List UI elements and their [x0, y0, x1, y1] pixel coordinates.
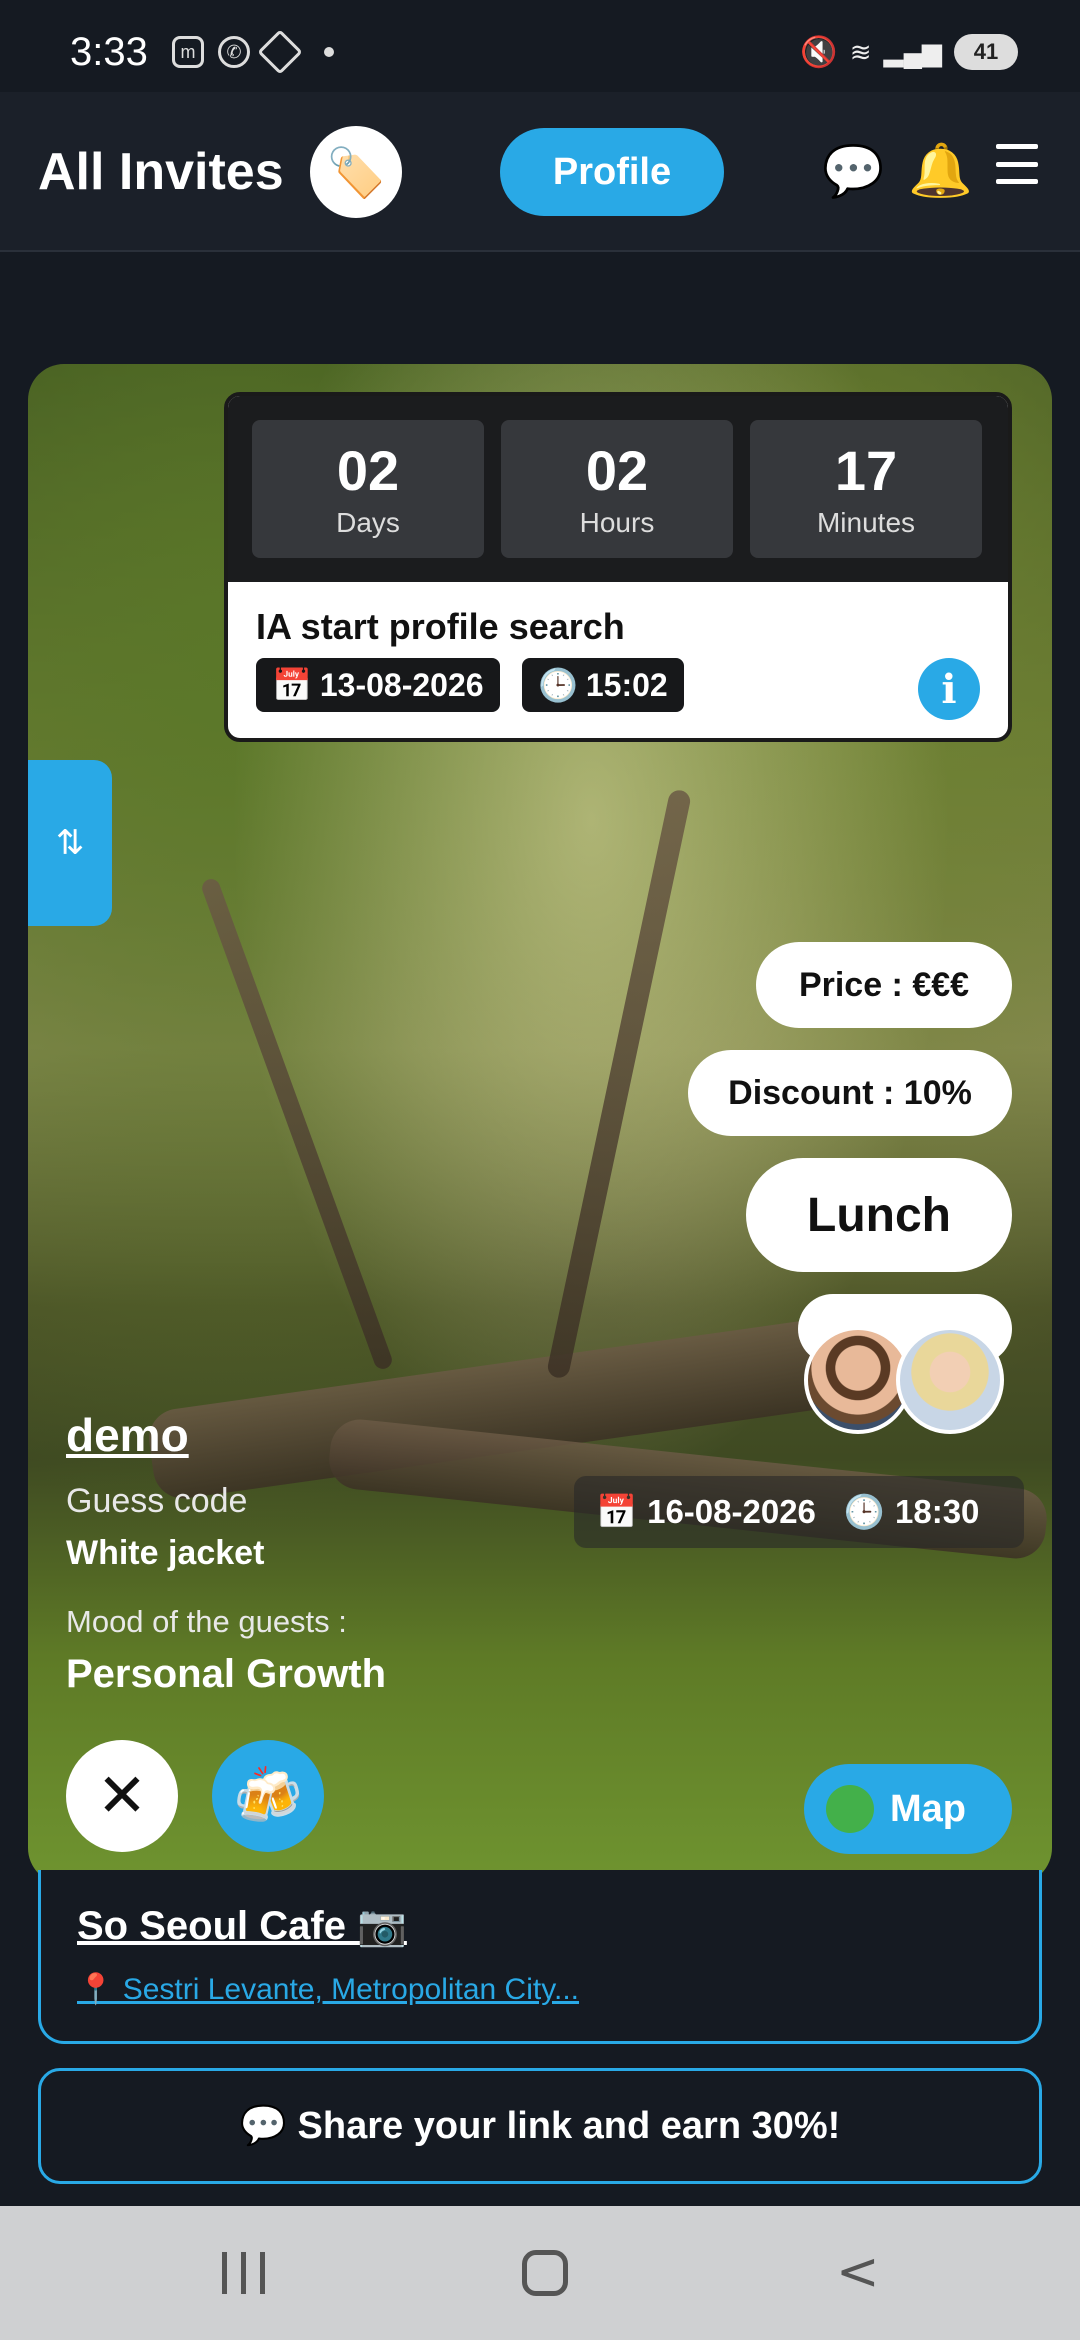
venue-address-link[interactable]: 📍 Sestri Levante, Metropolitan City...	[77, 1972, 579, 2007]
status-time: 3:33	[70, 30, 148, 74]
status-bar: 3:33 m ✆ 🔇 ≋ ▂▄▆ 41	[0, 0, 1080, 92]
bell-icon[interactable]: 🔔	[908, 140, 973, 201]
status-notification-icons: m ✆	[172, 29, 334, 75]
countdown-time-chip: 🕒 15:02	[522, 658, 684, 712]
home-icon[interactable]	[522, 2250, 568, 2296]
map-pin-icon	[826, 1785, 874, 1833]
diamond-icon	[257, 29, 303, 75]
countdown-title: IA start profile search	[256, 606, 625, 647]
location-card: So Seoul Cafe 📷 📍 Sestri Levante, Metrop…	[38, 1870, 1042, 2044]
info-button[interactable]: i	[918, 658, 980, 720]
calendar-icon: 📅	[596, 1492, 638, 1530]
clock-icon: 🕒	[538, 667, 578, 703]
chat-icon[interactable]: 💬	[822, 142, 884, 201]
event-name[interactable]: demo	[66, 1408, 189, 1462]
invite-card[interactable]: 02 Days 02 Hours 17 Minutes IA start pro…	[28, 364, 1052, 1884]
countdown-panel: 02 Days 02 Hours 17 Minutes IA start pro…	[224, 392, 1012, 742]
clock-icon: 🕒	[843, 1492, 885, 1530]
app-header: All Invites 🏷️ Profile 💬 🔔	[0, 92, 1080, 252]
decline-button[interactable]: ✕	[66, 1740, 178, 1852]
page-title: All Invites	[38, 143, 284, 201]
close-icon: ✕	[96, 1762, 148, 1829]
map-button[interactable]: Map	[804, 1764, 1012, 1854]
whatsapp-icon: ✆	[218, 36, 250, 68]
venue-name-link[interactable]: So Seoul Cafe 📷	[77, 1902, 407, 1949]
cheers-icon: 🍻	[233, 1764, 303, 1827]
wifi-icon: ≋	[849, 36, 872, 67]
calendar-icon: 📅	[272, 667, 312, 703]
menu-icon[interactable]	[996, 144, 1038, 184]
countdown-minutes: 17 Minutes	[750, 420, 982, 558]
profile-button[interactable]: Profile	[500, 128, 724, 216]
countdown-timer: 02 Days 02 Hours 17 Minutes	[228, 396, 1008, 582]
signal-icon: ▂▄▆	[883, 36, 942, 67]
countdown-date-chip: 📅 13-08-2026	[256, 658, 500, 712]
mood-label: Mood of the guests :	[66, 1604, 347, 1639]
background-branch	[545, 788, 693, 1380]
recent-apps-icon[interactable]	[222, 2252, 265, 2294]
countdown-days: 02 Days	[252, 420, 484, 558]
countdown-hours: 02 Hours	[501, 420, 733, 558]
back-icon[interactable]: <	[836, 2246, 880, 2298]
swap-tab[interactable]: ⇅	[28, 760, 112, 926]
status-system-icons: 🔇 ≋ ▂▄▆ 41	[800, 34, 1018, 70]
more-notifications-dot	[324, 47, 334, 57]
guess-code-label: Guess code	[66, 1482, 248, 1520]
system-nav-bar: <	[0, 2206, 1080, 2340]
mood-value: Personal Growth	[66, 1652, 387, 1696]
accept-button[interactable]: 🍻	[212, 1740, 324, 1852]
background-branch	[199, 876, 395, 1372]
messages-app-icon: m	[172, 36, 204, 68]
discount-pill: Discount : 10%	[688, 1050, 1012, 1136]
guest-avatar[interactable]	[896, 1326, 1004, 1434]
price-pill: Price : €€€	[756, 942, 1012, 1028]
mute-icon: 🔇	[800, 35, 838, 69]
tag-button[interactable]: 🏷️	[310, 126, 402, 218]
swap-icon: ⇅	[55, 824, 85, 862]
battery-indicator: 41	[954, 34, 1018, 70]
guess-code-value: White jacket	[66, 1534, 265, 1572]
event-datetime-chip: 📅 16-08-2026 🕒 18:30	[574, 1476, 1024, 1548]
tag-icon: 🏷️	[326, 146, 386, 200]
share-link-button[interactable]: 💬 Share your link and earn 30%!	[38, 2068, 1042, 2184]
meal-type-pill: Lunch	[746, 1158, 1012, 1272]
